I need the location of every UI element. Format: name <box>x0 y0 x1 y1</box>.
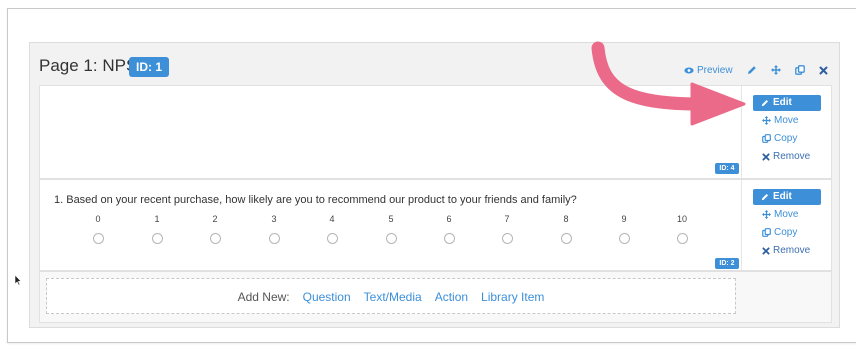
mouse-cursor-icon <box>14 274 22 286</box>
annotation-arrow <box>591 41 746 126</box>
